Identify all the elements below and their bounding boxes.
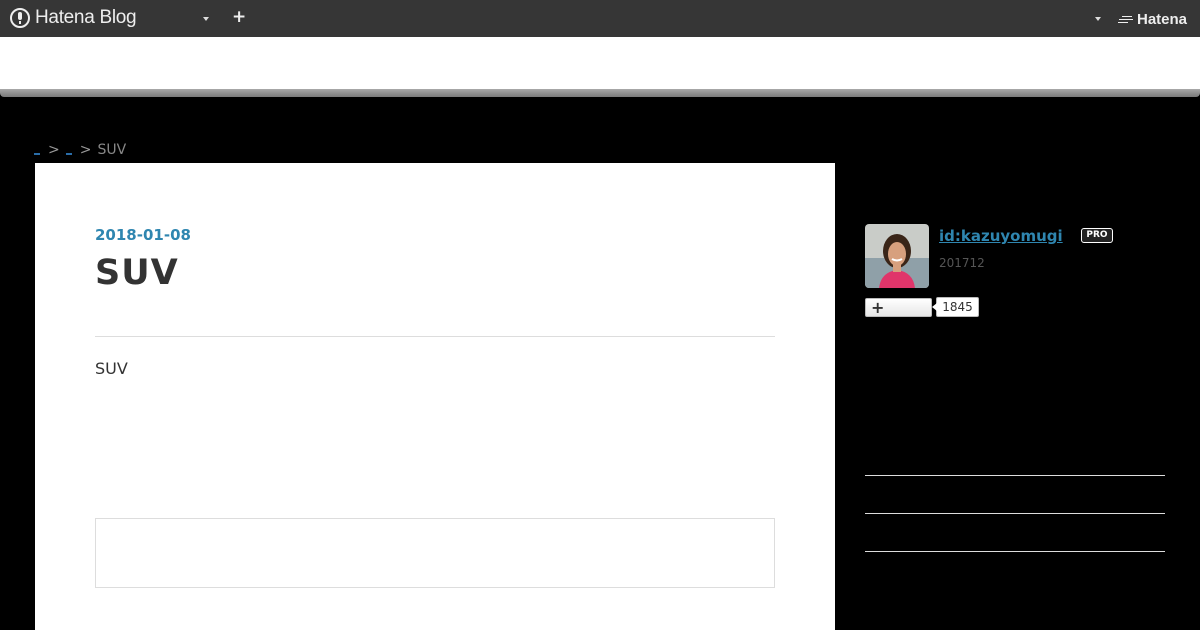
breadcrumb-link-category[interactable] (65, 153, 72, 155)
breadcrumb-link-top[interactable] (34, 153, 40, 155)
follower-count: 1845 (932, 297, 979, 317)
add-post-button[interactable]: + (232, 9, 246, 26)
entry-body: SUV (95, 359, 128, 378)
follow-button[interactable]: + (865, 298, 932, 317)
entry-title[interactable]: SUV (95, 253, 179, 293)
hatena-mark-icon (1118, 14, 1134, 26)
blog-menu-dropdown-icon[interactable] (203, 17, 209, 21)
blog-header-banner (0, 37, 1200, 89)
breadcrumb-current: SUV (97, 142, 127, 158)
article: 2018-01-08 SUV SUV (35, 163, 835, 630)
breadcrumb-separator: > (79, 142, 92, 158)
hatena-brand-link[interactable]: Hatena (1118, 11, 1187, 28)
avatar[interactable] (865, 224, 929, 288)
account-menu-dropdown-icon[interactable] (1095, 17, 1101, 21)
plus-icon: + (871, 298, 885, 317)
brand-text: Hatena (1137, 11, 1188, 28)
user-subtext: 201712 (939, 256, 985, 270)
breadcrumb: > > SUV (34, 140, 126, 158)
pro-badge: PRO (1081, 228, 1113, 243)
logo-text: Hatena Blog (35, 7, 137, 28)
hatena-logo-icon (10, 8, 30, 28)
user-id-link[interactable]: id:kazuyomugi (939, 227, 1063, 245)
sidebar-divider (865, 513, 1165, 514)
divider (95, 336, 775, 337)
hatena-blog-logo[interactable]: Hatena Blog (10, 7, 137, 29)
banner-shadow (0, 89, 1200, 97)
sidebar-divider (865, 551, 1165, 552)
breadcrumb-separator: > (48, 142, 60, 158)
entry-footer-box (95, 518, 775, 588)
global-header: Hatena Blog + Hatena (0, 0, 1200, 37)
entry-date-link[interactable]: 2018-01-08 (95, 226, 191, 244)
sidebar-divider (865, 475, 1165, 476)
